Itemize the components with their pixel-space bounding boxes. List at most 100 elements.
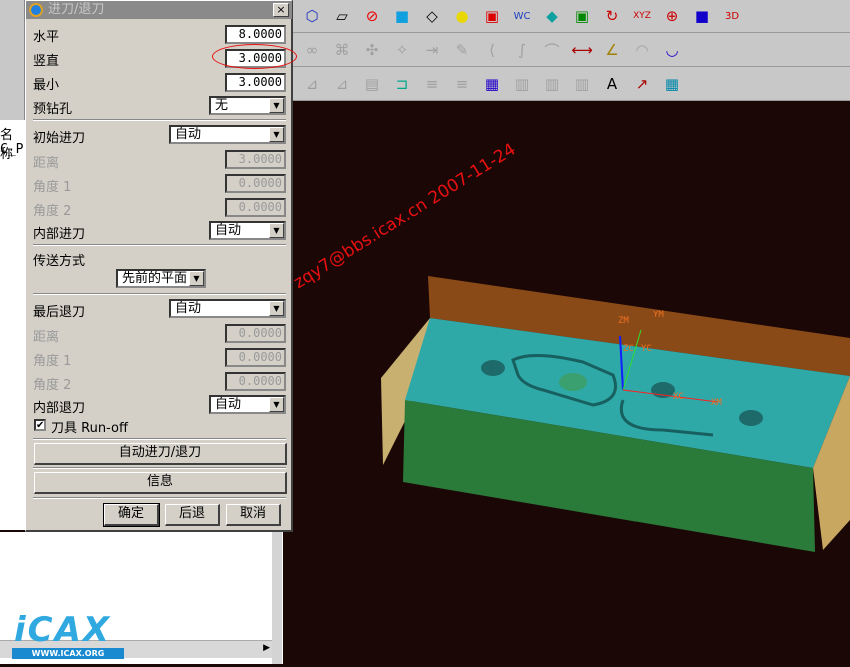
measure-distance-icon[interactable]: ⟷ xyxy=(569,38,595,62)
3d-icon[interactable]: 3D xyxy=(719,4,745,28)
wireframe-icon[interactable]: ⬡ xyxy=(299,4,325,28)
engage-distance-input: 3.0000 xyxy=(225,150,286,169)
crosshair-icon[interactable]: ⊕ xyxy=(659,4,685,28)
wcs-icon[interactable]: WC xyxy=(509,4,535,28)
green-square-icon[interactable]: ▣ xyxy=(569,4,595,28)
horizontal-input[interactable]: 8.0000 xyxy=(225,25,286,44)
back-button[interactable]: 后退 xyxy=(165,504,220,526)
chevron-down-icon: ▼ xyxy=(189,271,204,286)
retract-angle1-input: 0.0000 xyxy=(225,348,286,367)
axis-label: XM xyxy=(711,398,722,408)
retract-angle2-label: 角度 2 xyxy=(33,378,72,393)
view-icon[interactable]: ◇ xyxy=(419,4,445,28)
shop-doc-icon[interactable]: ▦ xyxy=(479,72,505,96)
hole-1 xyxy=(481,360,505,376)
group-icon[interactable]: ▥ xyxy=(509,72,535,96)
curve-icon[interactable]: ∞ xyxy=(299,38,325,62)
close-button[interactable]: × xyxy=(273,3,289,17)
runoff-checkbox[interactable]: ✔ xyxy=(34,419,46,431)
app-icon xyxy=(29,3,43,17)
red-cube-icon[interactable]: ▣ xyxy=(479,4,505,28)
toolpath2-icon[interactable]: ⊿ xyxy=(329,72,355,96)
final-retract-label: 最后退刀 xyxy=(33,305,86,320)
fillet-icon[interactable]: ⌒ xyxy=(539,38,565,62)
hide-icon[interactable]: ⊘ xyxy=(359,4,385,28)
hole-3 xyxy=(739,410,763,426)
section-icon[interactable]: ◡ xyxy=(659,38,685,62)
light-icon[interactable]: ● xyxy=(449,4,475,28)
initial-engage-value: 自动 xyxy=(175,127,202,142)
xyz-icon[interactable]: XYZ xyxy=(629,4,655,28)
divider xyxy=(33,497,286,499)
scroll-right-icon[interactable]: ▶ xyxy=(263,643,270,653)
transfer-label: 传送方式 xyxy=(33,254,86,269)
annotation-icon[interactable]: A xyxy=(599,72,625,96)
axis-label: YC xyxy=(641,344,652,354)
min-label: 最小 xyxy=(33,78,60,93)
auto-engage-retract-button[interactable]: 自动进刀/退刀 xyxy=(34,443,287,465)
graphics-viewport[interactable]: ZM YM ZC YC XC XM xyxy=(293,100,850,664)
cube-icon[interactable]: ■ xyxy=(389,4,415,28)
group2-icon[interactable]: ▥ xyxy=(539,72,565,96)
spline-icon[interactable]: ∫ xyxy=(509,38,535,62)
toolbars: ⬡ ▱ ⊘ ■ ◇ ● ▣ WC ◆ ▣ ↻ XYZ ⊕ ■ 3D ∞ ⌘ ✣ … xyxy=(293,0,850,101)
initial-engage-select[interactable]: 自动 ▼ xyxy=(169,125,286,144)
highlight-ellipse xyxy=(212,44,297,69)
dialog-titlebar[interactable]: 进刀/退刀 × xyxy=(26,1,292,19)
table-icon[interactable]: ▦ xyxy=(659,72,685,96)
toolpath-icon[interactable]: ⊿ xyxy=(299,72,325,96)
engage-angle1-label: 角度 1 xyxy=(33,180,72,195)
info-button[interactable]: 信息 xyxy=(34,472,287,494)
nav-item[interactable]: C_P xyxy=(0,142,23,157)
shaded-box-icon[interactable]: ▱ xyxy=(329,4,355,28)
curve4-icon[interactable]: ✧ xyxy=(389,38,415,62)
internal-retract-label: 内部退刀 xyxy=(33,401,86,416)
retract-angle1-label: 角度 1 xyxy=(33,354,72,369)
retract-distance-label: 距离 xyxy=(33,330,60,345)
divider xyxy=(33,467,286,469)
engage-retract-dialog: 进刀/退刀 × 水平 8.0000 竖直 3.0000 最小 3.0000 预钻… xyxy=(25,0,297,532)
post2-icon[interactable]: ≡ xyxy=(449,72,475,96)
list-icon[interactable]: ▤ xyxy=(359,72,385,96)
tool-icon[interactable]: ⊐ xyxy=(389,72,415,96)
vertical-label: 竖直 xyxy=(33,54,60,69)
divider xyxy=(33,293,286,295)
runoff-label: 刀具 Run-off xyxy=(51,421,128,436)
edit-icon[interactable]: ✎ xyxy=(449,38,475,62)
transfer-select[interactable]: 先前的平面 ▼ xyxy=(116,269,206,288)
dialog-title: 进刀/退刀 xyxy=(48,2,105,17)
internal-retract-select[interactable]: 自动 ▼ xyxy=(209,395,286,414)
group3-icon[interactable]: ▥ xyxy=(569,72,595,96)
internal-engage-select[interactable]: 自动 ▼ xyxy=(209,221,286,240)
curve2-icon[interactable]: ⌘ xyxy=(329,38,355,62)
chevron-down-icon: ▼ xyxy=(269,397,284,412)
predrill-value: 无 xyxy=(215,98,229,113)
boss xyxy=(559,373,587,391)
leader-icon[interactable]: ↗ xyxy=(629,72,655,96)
internal-engage-label: 内部进刀 xyxy=(33,227,86,242)
post-icon[interactable]: ≡ xyxy=(419,72,445,96)
min-input[interactable]: 3.0000 xyxy=(225,73,286,92)
retract-distance-input: 0.0000 xyxy=(225,324,286,343)
final-retract-value: 自动 xyxy=(175,301,202,316)
analysis-icon[interactable]: ◠ xyxy=(629,38,655,62)
divider xyxy=(33,244,286,246)
engage-distance-label: 距离 xyxy=(33,156,60,171)
internal-engage-value: 自动 xyxy=(215,223,242,238)
trim-icon[interactable]: ⟨ xyxy=(479,38,505,62)
measure-angle-icon[interactable]: ∠ xyxy=(599,38,625,62)
engage-angle2-input: 0.0000 xyxy=(225,198,286,217)
predrill-select[interactable]: 无 ▼ xyxy=(209,96,286,115)
curve3-icon[interactable]: ✣ xyxy=(359,38,385,62)
ok-button[interactable]: 确定 xyxy=(103,503,160,527)
cancel-button[interactable]: 取消 xyxy=(226,504,281,526)
plane-icon[interactable]: ◆ xyxy=(539,4,565,28)
icax-logo-url: WWW.ICAX.ORG xyxy=(12,648,124,659)
divider xyxy=(33,438,286,440)
curve5-icon[interactable]: ⇥ xyxy=(419,38,445,62)
retract-angle2-input: 0.0000 xyxy=(225,372,286,391)
splitter[interactable] xyxy=(272,532,282,664)
final-retract-select[interactable]: 自动 ▼ xyxy=(169,299,286,318)
blue-square-icon[interactable]: ■ xyxy=(689,4,715,28)
rotate-wcs-icon[interactable]: ↻ xyxy=(599,4,625,28)
